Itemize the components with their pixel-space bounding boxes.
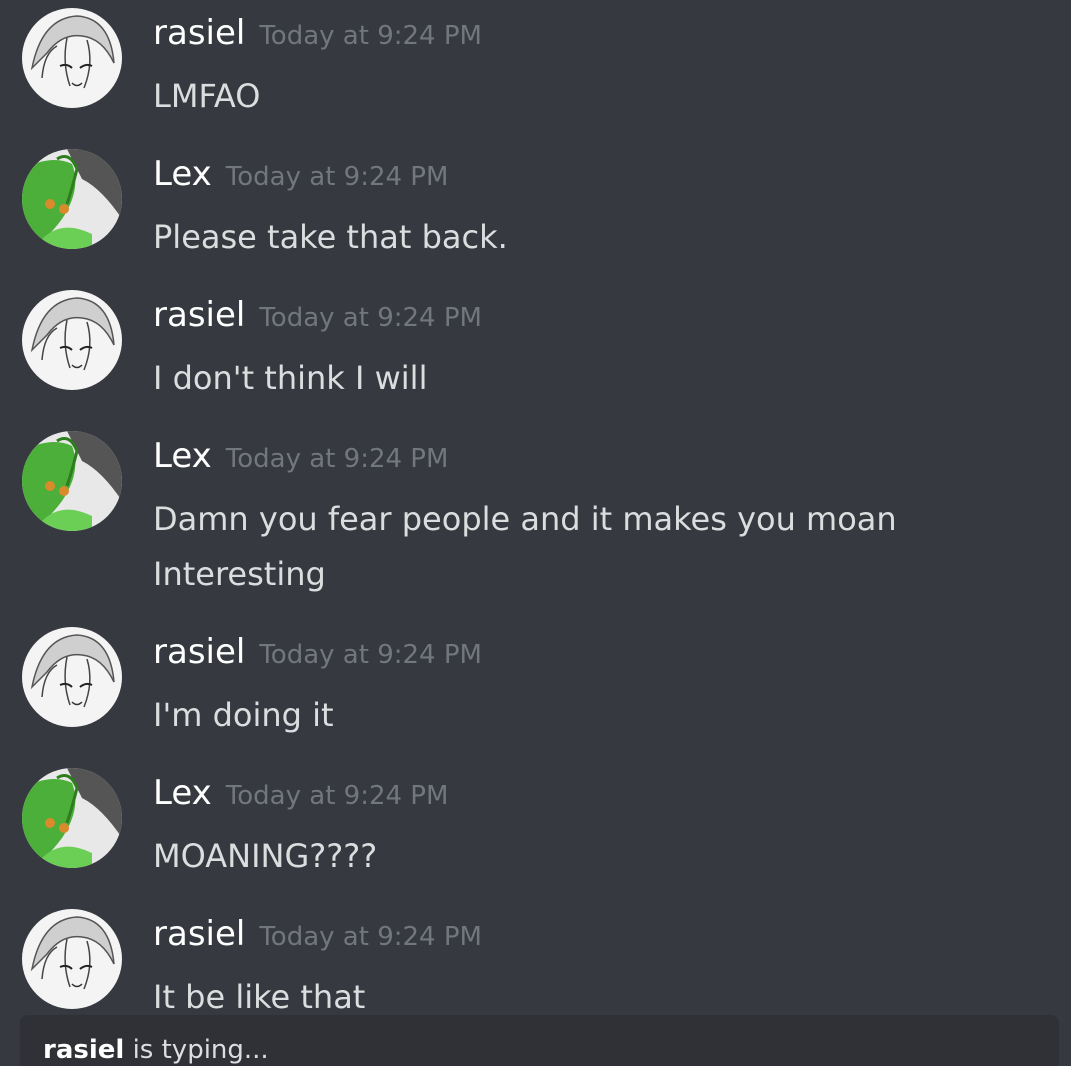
message-header: rasiel Today at 9:24 PM (153, 298, 482, 332)
author-name[interactable]: rasiel (153, 13, 245, 53)
avatar[interactable] (22, 909, 122, 1009)
message-text: Interesting (153, 555, 326, 593)
message-header: rasiel Today at 9:24 PM (153, 16, 482, 50)
timestamp[interactable]: Today at 9:24 PM (259, 640, 482, 670)
author-name[interactable]: Lex (153, 154, 212, 194)
timestamp[interactable]: Today at 9:24 PM (226, 162, 449, 192)
message-text: Please take that back. (153, 218, 508, 256)
message-header: Lex Today at 9:24 PM (153, 776, 448, 810)
author-name[interactable]: rasiel (153, 914, 245, 954)
avatar[interactable] (22, 290, 122, 390)
author-name[interactable]: Lex (153, 436, 212, 476)
avatar[interactable] (22, 768, 122, 868)
typing-label: is typing... (124, 1035, 269, 1065)
message-text: LMFAO (153, 77, 261, 115)
timestamp[interactable]: Today at 9:24 PM (259, 922, 482, 952)
avatar[interactable] (22, 627, 122, 727)
message-text: I don't think I will (153, 359, 428, 397)
message-header: Lex Today at 9:24 PM (153, 157, 448, 191)
message-text: Damn you fear people and it makes you mo… (153, 500, 897, 538)
message-header: rasiel Today at 9:24 PM (153, 635, 482, 669)
typing-text: rasiel is typing... (43, 1037, 269, 1063)
author-name[interactable]: rasiel (153, 295, 245, 335)
timestamp[interactable]: Today at 9:24 PM (259, 21, 482, 51)
typing-indicator: rasiel is typing... (20, 1015, 1059, 1066)
avatar[interactable] (22, 8, 122, 108)
typing-user: rasiel (43, 1035, 125, 1065)
avatar[interactable] (22, 149, 122, 249)
timestamp[interactable]: Today at 9:24 PM (226, 781, 449, 811)
message-header: Lex Today at 9:24 PM (153, 439, 448, 473)
message-text: I'm doing it (153, 696, 334, 734)
message-header: rasiel Today at 9:24 PM (153, 917, 482, 951)
avatar[interactable] (22, 431, 122, 531)
timestamp[interactable]: Today at 9:24 PM (259, 303, 482, 333)
message-text: It be like that (153, 978, 366, 1016)
timestamp[interactable]: Today at 9:24 PM (226, 444, 449, 474)
author-name[interactable]: Lex (153, 773, 212, 813)
chat-log: rasiel Today at 9:24 PM LMFAO Lex Today at… (0, 0, 1071, 1066)
author-name[interactable]: rasiel (153, 632, 245, 672)
message-text: MOANING???? (153, 837, 378, 875)
